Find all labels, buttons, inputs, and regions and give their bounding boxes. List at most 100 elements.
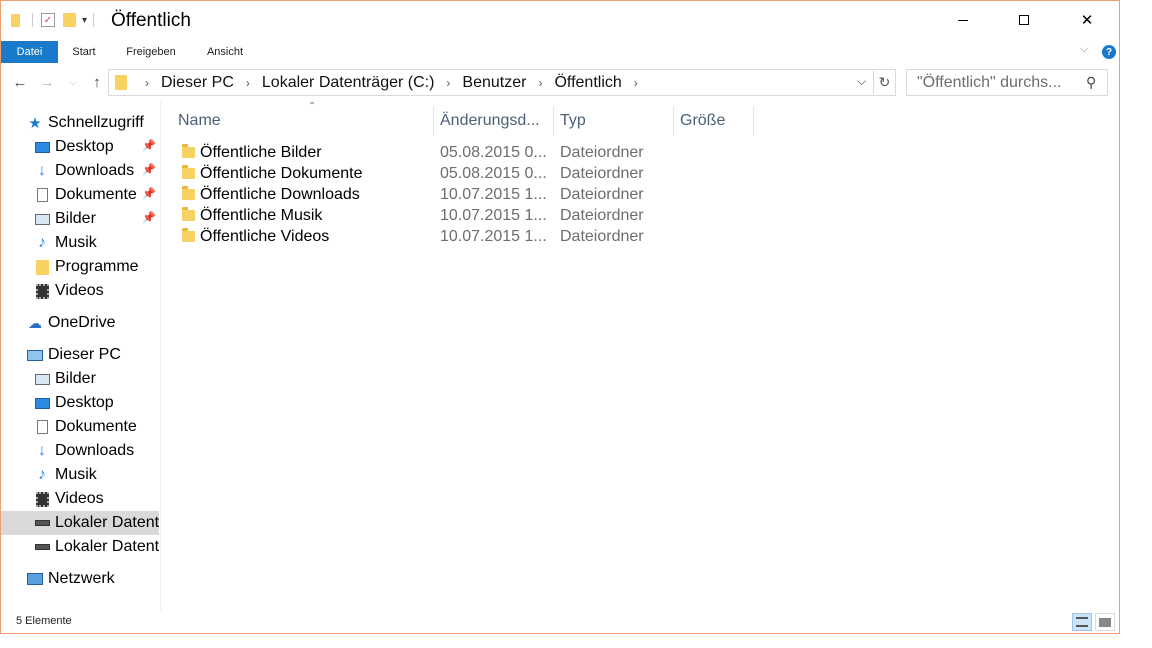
customize-toolbar-icon[interactable]: ▾: [82, 15, 87, 26]
nav-quick-programs[interactable]: Programme: [33, 255, 139, 279]
music-icon: ♪: [38, 234, 46, 251]
breadcrumb-separator-icon[interactable]: ›: [626, 76, 646, 90]
table-row[interactable]: Öffentliche Bilder 05.08.2015 0... Datei…: [162, 142, 762, 163]
up-button[interactable]: ↑: [87, 71, 107, 93]
nav-label: Downloads: [55, 162, 135, 179]
nav-this-pc[interactable]: Dieser PC: [26, 343, 121, 367]
nav-pc-local-disk[interactable]: Lokaler Datenträger: [33, 535, 160, 559]
nav-label: Netzwerk: [48, 570, 115, 587]
column-header-type[interactable]: Typ: [554, 106, 674, 136]
nav-quick-access[interactable]: ★ Schnellzugriff: [26, 111, 144, 135]
nav-pc-documents[interactable]: Dokumente: [33, 415, 137, 439]
breadcrumb-this-pc[interactable]: Dieser PC: [157, 74, 238, 92]
nav-quick-desktop[interactable]: Desktop: [33, 135, 114, 159]
file-name: Öffentliche Bilder: [200, 143, 322, 161]
nav-label: Videos: [55, 282, 104, 299]
details-view-icon: [1076, 617, 1088, 627]
file-size: [680, 226, 750, 247]
breadcrumb-separator-icon[interactable]: ›: [137, 76, 157, 90]
table-row[interactable]: Öffentliche Videos 10.07.2015 1... Datei…: [162, 226, 762, 247]
column-header-modified[interactable]: Änderungsd...: [434, 106, 554, 136]
large-icons-view-button[interactable]: [1095, 613, 1115, 631]
file-modified: 10.07.2015 1...: [440, 206, 547, 224]
cloud-icon: ☁: [28, 314, 42, 331]
nav-label: Musik: [55, 234, 97, 251]
nav-label: Programme: [55, 258, 139, 275]
nav-quick-music[interactable]: ♪ Musik: [33, 231, 97, 255]
nav-label: Schnellzugriff: [48, 114, 144, 131]
pictures-icon: [33, 210, 51, 228]
drive-icon: [33, 514, 51, 532]
folder-icon: [33, 258, 51, 276]
nav-pc-local-disk-c[interactable]: Lokaler Datenträger (C:): [1, 511, 160, 535]
nav-pc-videos[interactable]: Videos: [33, 487, 104, 511]
nav-pc-pictures[interactable]: Bilder: [33, 367, 96, 391]
desktop-icon: [33, 394, 51, 412]
breadcrumb-public[interactable]: Öffentlich: [550, 74, 625, 92]
expand-ribbon-icon[interactable]: ⌵: [1080, 43, 1088, 56]
downloads-icon: ↓: [38, 442, 46, 459]
pin-icon[interactable]: 📌: [142, 187, 156, 200]
nav-quick-pictures[interactable]: Bilder: [33, 207, 96, 231]
properties-icon[interactable]: ✓: [41, 13, 55, 27]
ribbon-tabs: Datei Start Freigeben Ansicht ⌵: [1, 39, 1119, 63]
nav-label: Videos: [55, 490, 104, 507]
table-row[interactable]: Öffentliche Downloads 10.07.2015 1... Da…: [162, 184, 762, 205]
title-bar: ✓ ▾ Öffentlich ✕: [1, 1, 1119, 39]
forward-button[interactable]: →: [37, 71, 57, 93]
nav-onedrive[interactable]: ☁ OneDrive: [26, 311, 116, 335]
nav-label: Musik: [55, 466, 97, 483]
tab-file[interactable]: Datei: [1, 41, 58, 63]
maximize-button[interactable]: [992, 1, 1056, 39]
pin-icon[interactable]: 📌: [142, 211, 156, 224]
table-row[interactable]: Öffentliche Dokumente 05.08.2015 0... Da…: [162, 163, 762, 184]
help-icon[interactable]: ?: [1102, 45, 1116, 59]
nav-pc-desktop[interactable]: Desktop: [33, 391, 114, 415]
breadcrumb-users[interactable]: Benutzer: [458, 74, 530, 92]
new-folder-icon[interactable]: [63, 13, 76, 27]
file-modified: 05.08.2015 0...: [440, 143, 547, 161]
navigation-pane: ★ Schnellzugriff Desktop 📌 ↓ Downloads 📌…: [1, 101, 161, 611]
file-modified: 05.08.2015 0...: [440, 164, 547, 182]
back-button[interactable]: ←: [10, 71, 30, 93]
pictures-icon: [33, 370, 51, 388]
address-dropdown-button[interactable]: ⌵: [857, 74, 866, 89]
breadcrumb-separator-icon[interactable]: ›: [530, 76, 550, 90]
nav-pc-downloads[interactable]: ↓ Downloads: [33, 439, 134, 463]
nav-quick-videos[interactable]: Videos: [33, 279, 104, 303]
file-name: Öffentliche Musik: [200, 206, 323, 224]
nav-quick-downloads[interactable]: ↓ Downloads: [33, 159, 134, 183]
minimize-button[interactable]: [931, 1, 995, 39]
table-row[interactable]: Öffentliche Musik 10.07.2015 1... Dateio…: [162, 205, 762, 226]
refresh-button[interactable]: ↻: [873, 71, 895, 94]
search-icon[interactable]: ⚲: [1086, 74, 1096, 91]
close-button[interactable]: ✕: [1055, 1, 1119, 39]
status-bar: 5 Elemente: [1, 611, 1119, 633]
column-label: Typ: [560, 112, 586, 129]
file-name: Öffentliche Dokumente: [200, 164, 363, 182]
breadcrumb-local-disk[interactable]: Lokaler Datenträger (C:): [258, 74, 439, 92]
desktop-icon: [33, 138, 51, 156]
nav-quick-documents[interactable]: Dokumente: [33, 183, 137, 207]
nav-pc-music[interactable]: ♪ Musik: [33, 463, 97, 487]
pin-icon[interactable]: 📌: [142, 163, 156, 176]
tab-view[interactable]: Ansicht: [195, 41, 255, 63]
file-type: Dateiordner: [560, 164, 644, 182]
recent-locations-button[interactable]: ⌵: [63, 71, 83, 93]
pin-icon[interactable]: 📌: [142, 139, 156, 152]
breadcrumb-separator-icon[interactable]: ›: [438, 76, 458, 90]
nav-network[interactable]: Netzwerk: [26, 567, 115, 591]
tab-share[interactable]: Freigeben: [115, 41, 187, 63]
tab-start[interactable]: Start: [61, 41, 107, 63]
file-type: Dateiordner: [560, 227, 644, 245]
address-bar[interactable]: › Dieser PC › Lokaler Datenträger (C:) ›…: [108, 69, 896, 96]
file-type: Dateiordner: [560, 143, 644, 161]
column-header-size[interactable]: Größe: [674, 106, 754, 136]
toolbar-divider: [93, 13, 95, 27]
breadcrumb-separator-icon[interactable]: ›: [238, 76, 258, 90]
details-view-button[interactable]: [1072, 613, 1092, 631]
column-header-name[interactable]: Name ⌃: [172, 101, 434, 136]
nav-label: Dokumente: [55, 418, 137, 435]
forward-arrow-icon: →: [39, 73, 55, 91]
search-input[interactable]: "Öffentlich" durchs...: [906, 69, 1108, 96]
